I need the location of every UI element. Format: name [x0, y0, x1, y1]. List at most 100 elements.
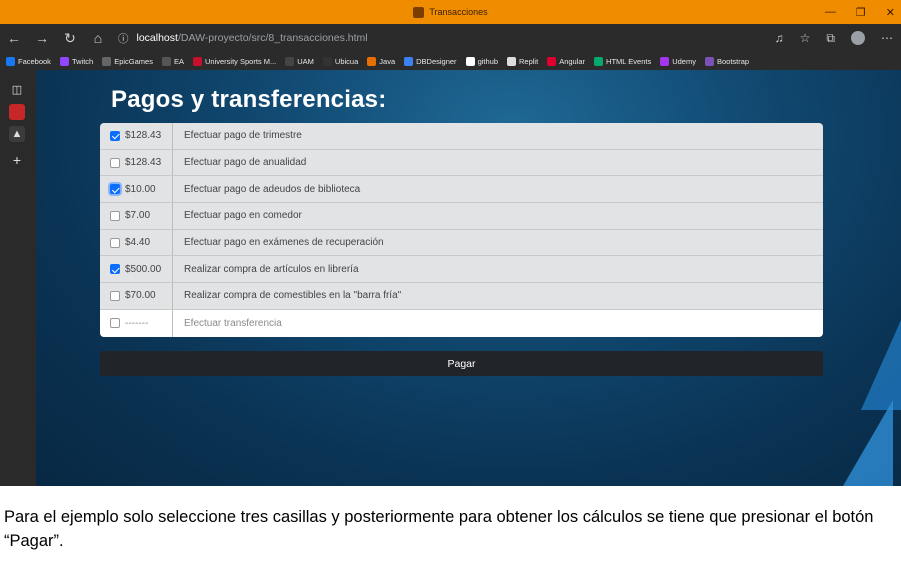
item-checkbox[interactable]	[110, 318, 120, 329]
bookmark-favicon-icon	[660, 56, 670, 66]
tab-actions-icon[interactable]: ◫	[9, 82, 25, 98]
title-bar: Transacciones — ❐ ✕	[0, 0, 901, 24]
bookmark-item[interactable]: EA	[161, 56, 184, 66]
bookmark-item[interactable]: Bootstrap	[704, 56, 749, 66]
bookmark-item[interactable]: Facebook	[6, 56, 51, 66]
bookmark-label: University Sports M...	[204, 56, 277, 66]
item-checkbox[interactable]	[110, 157, 120, 168]
list-item: $128.43 Efectuar pago de anualidad	[100, 149, 823, 177]
amount-cell[interactable]: $128.43	[100, 123, 173, 149]
item-checkbox[interactable]	[110, 184, 120, 195]
bookmark-item[interactable]: Angular	[547, 56, 585, 66]
pdf-tab-icon[interactable]	[9, 104, 25, 120]
bookmark-item[interactable]: UAM	[285, 56, 314, 66]
amount-cell[interactable]: $4.40	[100, 229, 173, 256]
bookmark-item[interactable]: Udemy	[660, 56, 696, 66]
amount-cell[interactable]: $7.00	[100, 203, 173, 229]
bookmark-item[interactable]: HTML Events	[594, 56, 652, 66]
item-checkbox[interactable]	[110, 290, 120, 301]
amount-text: $7.00	[125, 210, 151, 222]
bookmark-favicon-icon	[6, 56, 15, 66]
list-item: $10.00 Efectuar pago de adeudos de biblio…	[100, 176, 823, 204]
collections-icon[interactable]: ⧉	[826, 31, 835, 46]
description-text: Efectuar pago de trimestre	[184, 130, 302, 142]
bookmark-label: HTML Events	[606, 56, 652, 66]
list-item: $4.40 Efectuar pago en exámenes de recupe…	[100, 229, 823, 257]
window-title-text: Transacciones	[429, 7, 488, 17]
amount-cell[interactable]: $70.00	[100, 283, 173, 309]
amount-cell[interactable]: $128.43	[100, 149, 173, 176]
description-text: Efectuar transferencia	[184, 317, 282, 329]
read-aloud-icon[interactable]: ♫	[775, 31, 784, 45]
item-checkbox[interactable]	[110, 130, 120, 141]
favorites-icon[interactable]: ☆	[800, 31, 811, 45]
payments-list: $128.43 Efectuar pago de trimestre $128.43…	[100, 123, 823, 337]
vertical-tabs-sidebar: ◫ ▲ +	[0, 70, 36, 486]
amount-cell[interactable]: $500.00	[100, 256, 173, 283]
amount-text: $128.43	[125, 157, 162, 169]
list-item: $500.00 Realizar compra de artículos en l…	[100, 256, 823, 284]
reload-icon[interactable]: ↻	[56, 30, 84, 47]
description-text: Efectuar pago en comedor	[184, 210, 302, 222]
bookmark-favicon-icon	[465, 56, 475, 66]
bookmark-label: github	[477, 56, 498, 66]
bookmark-item[interactable]: Replit	[507, 56, 538, 66]
bookmark-favicon-icon	[322, 56, 332, 66]
close-icon[interactable]: ✕	[886, 6, 895, 19]
new-tab-icon[interactable]: +	[9, 152, 25, 168]
bookmark-item[interactable]: Twitch	[59, 56, 94, 66]
forward-icon[interactable]: →	[28, 30, 56, 46]
back-icon[interactable]: ←	[0, 30, 28, 46]
amount-cell[interactable]: -------	[100, 309, 173, 337]
more-options-icon[interactable]: ⋯	[881, 31, 893, 45]
bookmark-item[interactable]: University Sports M...	[192, 56, 277, 66]
amount-text: $500.00	[125, 263, 162, 275]
toolbar-actions: ♫ ☆ ⧉ ⋯	[775, 24, 893, 52]
bookmarks-bar: Facebook Twitch EpicGames EA University Spor…	[0, 52, 901, 70]
pay-button[interactable]: Pagar	[100, 351, 823, 376]
amount-text: $10.00	[125, 183, 156, 195]
site-favicon-icon	[413, 6, 425, 18]
bookmark-favicon-icon	[507, 56, 516, 66]
navigation-bar: ← → ↻ ⌂ ⓘ localhost/DAW-proyecto/src/8_t…	[0, 24, 901, 52]
restore-icon[interactable]: ❐	[856, 6, 866, 19]
info-icon[interactable]: ⓘ	[118, 31, 129, 46]
bookmark-label: Twitch	[71, 56, 94, 66]
url-path: /DAW-proyecto/src/8_transacciones.html	[177, 32, 368, 44]
list-item: $7.00 Efectuar pago en comedor	[100, 203, 823, 230]
amount-text: $128.43	[125, 130, 162, 142]
bookmark-favicon-icon	[704, 56, 714, 66]
list-item: ------- Efectuar transferencia	[100, 309, 823, 337]
bookmark-item[interactable]: DBDesigner	[404, 56, 457, 66]
active-tab-icon[interactable]: ▲	[9, 126, 25, 142]
bookmark-label: DBDesigner	[416, 56, 457, 66]
amount-text: $4.40	[125, 237, 151, 249]
home-icon[interactable]: ⌂	[84, 30, 112, 46]
item-checkbox[interactable]	[110, 210, 120, 221]
bookmark-item[interactable]: Ubicua	[322, 56, 359, 66]
bookmark-item[interactable]: github	[465, 56, 498, 66]
item-checkbox[interactable]	[110, 237, 120, 248]
bookmark-label: EA	[173, 56, 184, 66]
amount-text: $70.00	[125, 290, 156, 302]
description-text: Realizar compra de artículos en librería	[184, 263, 359, 275]
minimize-icon[interactable]: —	[825, 6, 836, 18]
bookmark-item[interactable]: EpicGames	[102, 56, 153, 66]
profile-avatar[interactable]	[851, 31, 865, 45]
amount-cell[interactable]: $10.00	[100, 176, 173, 203]
amount-text: -------	[125, 317, 149, 329]
item-checkbox[interactable]	[110, 264, 120, 275]
browser-screenshot: Transacciones — ❐ ✕ ← → ↻ ⌂ ⓘ localhost/…	[0, 0, 901, 486]
bookmark-item[interactable]: Java	[367, 56, 395, 66]
description-text: Efectuar pago en exámenes de recuperació…	[184, 237, 384, 249]
bookmark-label: EpicGames	[114, 56, 153, 66]
background-shard	[843, 400, 893, 486]
bookmark-label: UAM	[297, 56, 314, 66]
address-bar[interactable]: ⓘ localhost/DAW-proyecto/src/8_transacci…	[118, 31, 368, 46]
bookmark-favicon-icon	[367, 56, 377, 66]
window-controls: — ❐ ✕	[825, 0, 895, 24]
bookmark-label: Ubicua	[334, 56, 359, 66]
bookmark-favicon-icon	[192, 56, 202, 66]
list-item: $128.43 Efectuar pago de trimestre	[100, 123, 823, 150]
description-text: Realizar compra de comestibles en la "ba…	[184, 290, 402, 302]
